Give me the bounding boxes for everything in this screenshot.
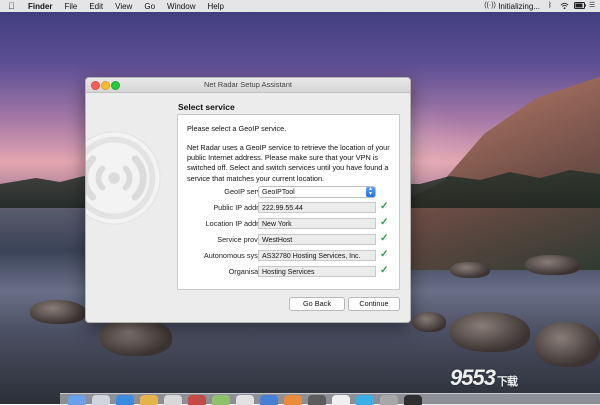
wallpaper-mountain (390, 76, 600, 270)
checkmark-icon: ✓ (380, 201, 389, 212)
chevron-up-down-icon: ▴ ▾ (366, 186, 375, 197)
watermark-suffix: 下载 (496, 376, 518, 388)
public-ip-field[interactable]: 222.99.55.44 (258, 202, 376, 213)
menu-bar:  Finder File Edit View Go Window Help (… (0, 0, 600, 12)
wallpaper-rock (525, 255, 581, 275)
site-watermark: 9553 下载 (450, 365, 518, 391)
menu-view[interactable]: View (115, 2, 132, 11)
watermark-number: 9553 (450, 365, 496, 390)
service-panel: Please select a GeoIP service. Net Radar… (177, 114, 400, 290)
autonomous-system-field[interactable]: AS32780 Hosting Services, Inc. (258, 250, 376, 261)
status-area: ((·)) Initializing... ᛒ ☰ (484, 0, 596, 12)
checkmark-icon: ✓ (380, 217, 389, 228)
service-provider-field[interactable]: WestHost (258, 234, 376, 245)
row-public-ip: Public IP address: 222.99.55.44 ✓ (178, 201, 399, 214)
wallpaper-rock (450, 262, 490, 278)
wifi-icon[interactable] (560, 2, 569, 10)
wallpaper-rock (450, 312, 530, 352)
intro-text: Please select a GeoIP service. (187, 124, 287, 133)
menu-go[interactable]: Go (144, 2, 155, 11)
dock (60, 393, 600, 405)
row-location-ip: Location IP address: New York ✓ (178, 217, 399, 230)
wallpaper-rock (535, 322, 600, 367)
window-titlebar[interactable]: Net Radar Setup Assistant (86, 78, 410, 93)
list-icon[interactable]: ☰ (588, 2, 596, 10)
organisation-field[interactable]: Hosting Services (258, 266, 376, 277)
net-radar-icon[interactable]: ((·)) (484, 2, 496, 10)
menu-app-name[interactable]: Finder (28, 2, 52, 11)
window-title: Net Radar Setup Assistant (204, 80, 292, 89)
location-ip-field[interactable]: New York (258, 218, 376, 229)
row-geoip-service: GeoIP service: GeoIPTool ▴ ▾ (178, 186, 399, 198)
go-back-button[interactable]: Go Back (289, 297, 345, 311)
checkmark-icon: ✓ (380, 265, 389, 276)
net-radar-logo-icon (86, 131, 161, 225)
geoip-service-select[interactable]: GeoIPTool ▴ ▾ (258, 186, 376, 198)
section-title: Select service (178, 102, 235, 112)
continue-button[interactable]: Continue (348, 297, 400, 311)
wallpaper-rock (100, 318, 172, 356)
menu-edit[interactable]: Edit (89, 2, 103, 11)
status-text[interactable]: Initializing... (498, 2, 540, 11)
setup-assistant-window: Net Radar Setup Assistant Select service… (85, 77, 411, 323)
geoip-service-value: GeoIPTool (262, 189, 295, 196)
row-organisation: Organisation: Hosting Services ✓ (178, 265, 399, 278)
row-autonomous-system: Autonomous system: AS32780 Hosting Servi… (178, 249, 399, 262)
apple-icon[interactable]:  (8, 1, 18, 11)
description-text: Net Radar uses a GeoIP service to retrie… (187, 143, 390, 183)
checkmark-icon: ✓ (380, 233, 389, 244)
checkmark-icon: ✓ (380, 249, 389, 260)
row-service-provider: Service provider: WestHost ✓ (178, 233, 399, 246)
menu-help[interactable]: Help (207, 2, 223, 11)
wallpaper-rock (30, 300, 86, 324)
battery-icon[interactable] (574, 2, 586, 10)
menu-window[interactable]: Window (167, 2, 195, 11)
bluetooth-icon[interactable]: ᛒ (546, 2, 554, 10)
wallpaper-rock (412, 312, 446, 332)
menu-file[interactable]: File (64, 2, 77, 11)
